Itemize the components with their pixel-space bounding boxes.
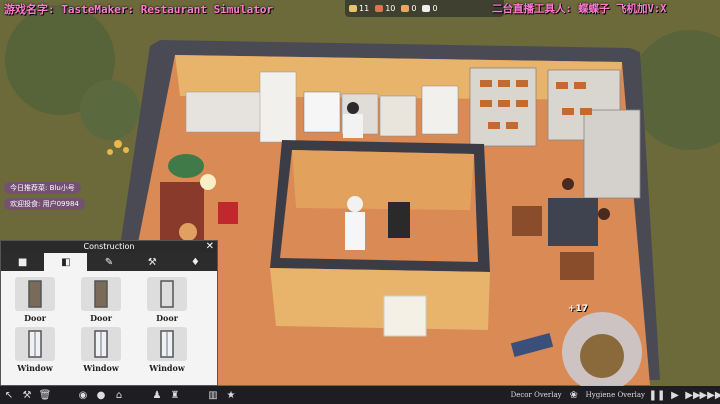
close-icon[interactable]: ✕ (206, 241, 214, 253)
hygiene-overlay-button[interactable]: Hygiene Overlay (583, 391, 648, 399)
stats-icon[interactable]: ▥ (204, 386, 222, 404)
tools-icon: ⚒ (147, 256, 157, 268)
item-label: Window (17, 363, 53, 373)
door-icon (15, 277, 55, 311)
group-icon[interactable]: ♜ (166, 386, 184, 404)
window-item[interactable]: Window (9, 327, 61, 373)
star-icon[interactable]: ★ (222, 386, 240, 404)
door-icon (81, 277, 121, 311)
apple-icon[interactable]: ● (92, 386, 110, 404)
staff-icon[interactable]: ♟ (148, 386, 166, 404)
stream-tool-text: 二台直播工具人: 蝶蝶子 飞机加V:X (492, 3, 667, 15)
resource-customers: 11 (349, 4, 369, 13)
resource-value: 0 (411, 4, 417, 13)
window-tall-item[interactable]: Window (141, 327, 193, 373)
pause-icon[interactable]: ❚❚ (648, 386, 666, 404)
construction-tabs: ■ ◧ ✎ ⚒ ♦ (1, 253, 217, 271)
door-frame-icon (147, 277, 187, 311)
hammer-icon[interactable]: ⚒ (18, 386, 36, 404)
decor-overlay-button[interactable]: Decor Overlay (508, 391, 565, 399)
brush-icon: ✎ (104, 256, 114, 268)
construction-header: Construction ✕ (1, 241, 217, 253)
resource-stock: 10 (375, 4, 395, 13)
window-arch-icon (81, 327, 121, 361)
wall-icon: ◧ (61, 256, 71, 268)
construction-panel: Construction ✕ ■ ◧ ✎ ⚒ ♦ Door Door Door Window W… (0, 240, 218, 386)
fastest-icon[interactable]: ▶▶▶ (699, 386, 720, 404)
floor-icon: ■ (17, 256, 28, 268)
welcome-user-tag: 欢迎投食: 用户09984 (4, 198, 85, 210)
construction-items: Door Door Door Window Window Window (1, 271, 217, 379)
resource-coin: 0 (422, 4, 438, 13)
lamp-icon: ♦ (190, 256, 200, 268)
tab-walls[interactable]: ◧ (44, 253, 88, 271)
play-icon[interactable]: ▶ (666, 386, 684, 404)
floating-score: +17 (568, 304, 589, 314)
resource-food: 0 (401, 4, 416, 13)
tab-floor[interactable]: ■ (1, 253, 44, 271)
item-label: Window (149, 363, 185, 373)
resource-value: 11 (359, 4, 370, 13)
item-label: Door (90, 313, 112, 323)
item-label: Door (24, 313, 46, 323)
stream-title: 游戏名字: TasteMaker: Restaurant Simulator (4, 3, 274, 16)
food-icon (401, 5, 410, 12)
tab-lights[interactable]: ♦ (174, 253, 217, 271)
construction-title: Construction (83, 242, 135, 251)
customers-icon (349, 5, 357, 12)
decor-icon: ❀ (569, 389, 578, 401)
window-tall-icon (147, 327, 187, 361)
item-label: Window (83, 363, 119, 373)
bottom-toolbar: ↖ ⚒ 🗑 ◉ ● ⌂ ♟ ♜ ▥ ★ Decor Overlay ❀ Hygi… (0, 386, 720, 404)
window-icon (15, 327, 55, 361)
tab-paint[interactable]: ✎ (87, 253, 130, 271)
tab-tools[interactable]: ⚒ (131, 253, 174, 271)
resource-bar: 11 10 0 0 (345, 0, 504, 17)
cloche-icon[interactable]: ⌂ (110, 386, 128, 404)
resource-value: 10 (385, 4, 396, 13)
move-icon[interactable]: ↖ (0, 386, 18, 404)
resource-value: 0 (432, 4, 438, 13)
today-recommend-tag: 今日推荐菜: Blu小号 (4, 182, 81, 194)
window-arch-item[interactable]: Window (75, 327, 127, 373)
door-item[interactable]: Door (75, 277, 127, 323)
door-item[interactable]: Door (9, 277, 61, 323)
stock-icon (375, 5, 384, 12)
coin-icon (422, 5, 431, 12)
door-frame-item[interactable]: Door (141, 277, 193, 323)
trash-icon[interactable]: 🗑 (36, 386, 54, 404)
item-label: Door (156, 313, 178, 323)
dish-icon[interactable]: ◉ (74, 386, 92, 404)
